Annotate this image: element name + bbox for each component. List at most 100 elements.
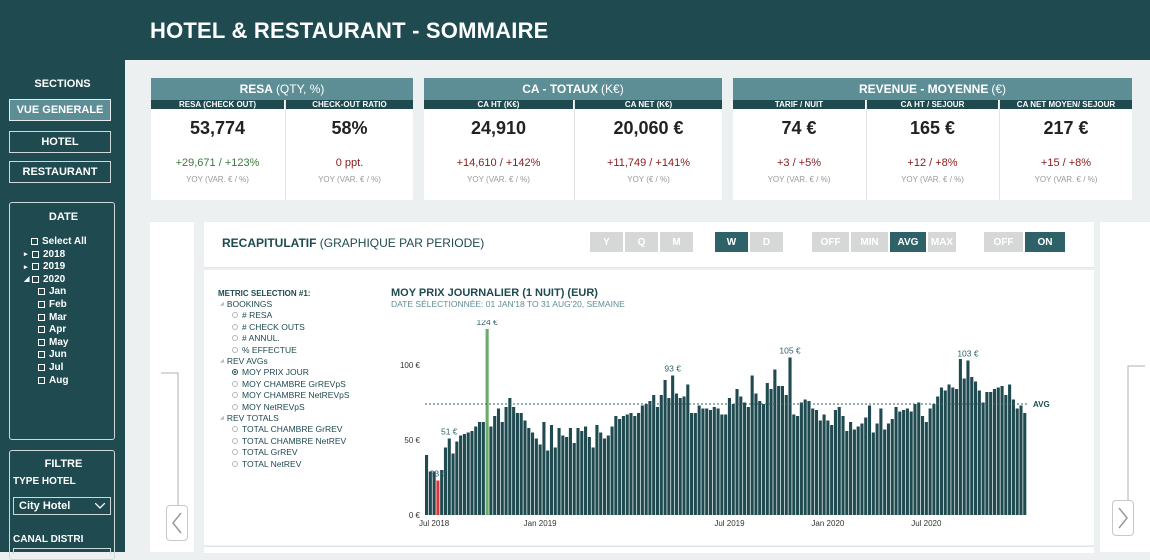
chart-bar[interactable] xyxy=(436,480,440,516)
metric-group-bookings[interactable]: ◢ BOOKINGS xyxy=(220,299,272,309)
chart-bar[interactable] xyxy=(504,407,508,515)
chart-bar[interactable] xyxy=(637,413,641,515)
metric-option-resa[interactable]: # RESA xyxy=(232,310,272,320)
chart-bar[interactable] xyxy=(985,392,989,515)
chart-bar[interactable] xyxy=(659,395,663,515)
chart-bar[interactable] xyxy=(754,393,758,516)
chart-bar[interactable] xyxy=(557,428,561,515)
chart-bar[interactable] xyxy=(788,357,792,516)
chart-bar[interactable] xyxy=(962,378,966,516)
chart-bar[interactable] xyxy=(531,432,535,516)
section-button-vue-generale[interactable]: VUE GENERALE xyxy=(9,99,111,121)
chart-bar[interactable] xyxy=(584,426,588,516)
chart-bar[interactable] xyxy=(761,404,766,515)
period-button-m[interactable]: M xyxy=(660,232,693,252)
avg-button-avg[interactable]: AVG xyxy=(890,232,926,252)
metric-option-total-chambre-netrev[interactable]: TOTAL CHAMBRE NetREV xyxy=(232,436,346,446)
chart-bar[interactable] xyxy=(886,423,891,516)
chart-bar[interactable] xyxy=(648,401,652,515)
chart-bar[interactable] xyxy=(614,416,618,515)
chart-bar[interactable] xyxy=(811,408,815,516)
metric-option-annul[interactable]: # ANNUL. xyxy=(232,333,280,343)
chart-bar[interactable] xyxy=(1019,405,1023,516)
labels-button-off[interactable]: OFF xyxy=(984,232,1023,252)
checkbox-icon[interactable] xyxy=(38,288,45,296)
chart-bar[interactable] xyxy=(826,420,830,516)
metric-option-total-chambre-grrev[interactable]: TOTAL CHAMBRE GrREV xyxy=(232,424,342,434)
date-item-jul[interactable]: Jul xyxy=(38,362,63,373)
chart-bar[interactable] xyxy=(512,407,516,515)
chart-bar[interactable] xyxy=(462,434,466,515)
period-button-q[interactable]: Q xyxy=(625,232,658,252)
checkbox-icon[interactable] xyxy=(32,263,39,271)
checkbox-icon[interactable] xyxy=(31,238,38,245)
chart-bar[interactable] xyxy=(606,435,610,516)
chart-bar[interactable] xyxy=(534,438,538,516)
chart-bar[interactable] xyxy=(546,450,550,516)
chart-bar[interactable] xyxy=(1011,399,1015,516)
section-button-restaurant[interactable]: RESTAURANT xyxy=(9,161,111,183)
chart-bar[interactable] xyxy=(1004,395,1008,515)
chart-bar[interactable] xyxy=(515,413,519,515)
metric-option-moy-prix-jour[interactable]: MOY PRIX JOUR xyxy=(232,367,309,377)
checkbox-icon[interactable] xyxy=(38,364,45,371)
checkbox-icon[interactable] xyxy=(32,275,39,283)
chart-bar[interactable] xyxy=(644,404,648,515)
chart-bar[interactable] xyxy=(697,405,701,516)
metric-option-moy-netrevps[interactable]: MOY NetREVpS xyxy=(232,402,305,412)
chart-bar[interactable] xyxy=(902,410,906,515)
chart-bar[interactable] xyxy=(663,380,667,515)
caret-right-icon[interactable]: ▸ xyxy=(24,250,30,258)
checkbox-icon[interactable] xyxy=(38,351,45,359)
chart-bar[interactable] xyxy=(939,387,944,516)
chart-bar[interactable] xyxy=(769,389,773,515)
checkbox-icon[interactable] xyxy=(38,326,45,334)
chart-bar[interactable] xyxy=(633,416,637,515)
canal-distri-dropdown[interactable] xyxy=(13,548,111,554)
chart-bar[interactable] xyxy=(924,422,928,515)
metric-option-moy-chambre-netrevps[interactable]: MOY CHAMBRE NetREVpS xyxy=(232,390,350,400)
chart-bar[interactable] xyxy=(905,408,909,516)
chart-bar[interactable] xyxy=(493,416,497,515)
chart-bar[interactable] xyxy=(455,441,459,516)
chart-bar[interactable] xyxy=(833,410,838,515)
chart-bar[interactable] xyxy=(708,410,713,515)
metric-group-rev-avgs[interactable]: ◢ REV AVGs xyxy=(220,356,268,366)
chart-bar[interactable] xyxy=(955,389,959,515)
chart-bar[interactable] xyxy=(849,422,853,515)
chart-bar[interactable] xyxy=(758,401,762,515)
chart-bar[interactable] xyxy=(932,404,936,515)
radio-icon[interactable] xyxy=(232,346,238,353)
chart-bar[interactable] xyxy=(860,423,864,516)
chart-bar[interactable] xyxy=(474,426,478,516)
radio-icon[interactable] xyxy=(232,380,238,387)
chart-bar[interactable] xyxy=(743,402,747,516)
metric-option-effectue[interactable]: % EFFECTUE xyxy=(232,345,297,355)
chart-bar[interactable] xyxy=(943,390,947,516)
checkbox-icon[interactable] xyxy=(38,313,45,321)
chart-bar[interactable] xyxy=(1015,408,1019,516)
chart-bar[interactable] xyxy=(920,416,925,515)
chart-bar[interactable] xyxy=(712,407,716,515)
next-page-button[interactable] xyxy=(1112,500,1134,536)
chart-bar[interactable] xyxy=(913,404,917,515)
chart-bar[interactable] xyxy=(690,413,694,515)
chart-bar[interactable] xyxy=(595,425,599,515)
chart-bar[interactable] xyxy=(894,407,898,515)
period-button-y[interactable]: Y xyxy=(590,232,623,252)
chart-bar[interactable] xyxy=(807,401,811,515)
chart-bar[interactable] xyxy=(701,408,705,516)
labels-button-on[interactable]: ON xyxy=(1025,232,1065,252)
date-item-2018[interactable]: ▸ 2018 xyxy=(24,249,65,260)
chart-bar[interactable] xyxy=(485,329,489,515)
checkbox-icon[interactable] xyxy=(38,376,45,384)
chart-bar[interactable] xyxy=(750,375,754,516)
caret-down-icon[interactable]: ◢ xyxy=(24,275,30,283)
date-item-mar[interactable]: Mar xyxy=(38,312,67,323)
avg-button-min[interactable]: MIN xyxy=(851,232,888,252)
chart-bar[interactable] xyxy=(720,414,724,516)
chart-bar[interactable] xyxy=(489,426,493,516)
chart-bar[interactable] xyxy=(425,455,429,515)
chart-bar[interactable] xyxy=(909,411,913,516)
chart-bar[interactable] xyxy=(936,396,940,516)
